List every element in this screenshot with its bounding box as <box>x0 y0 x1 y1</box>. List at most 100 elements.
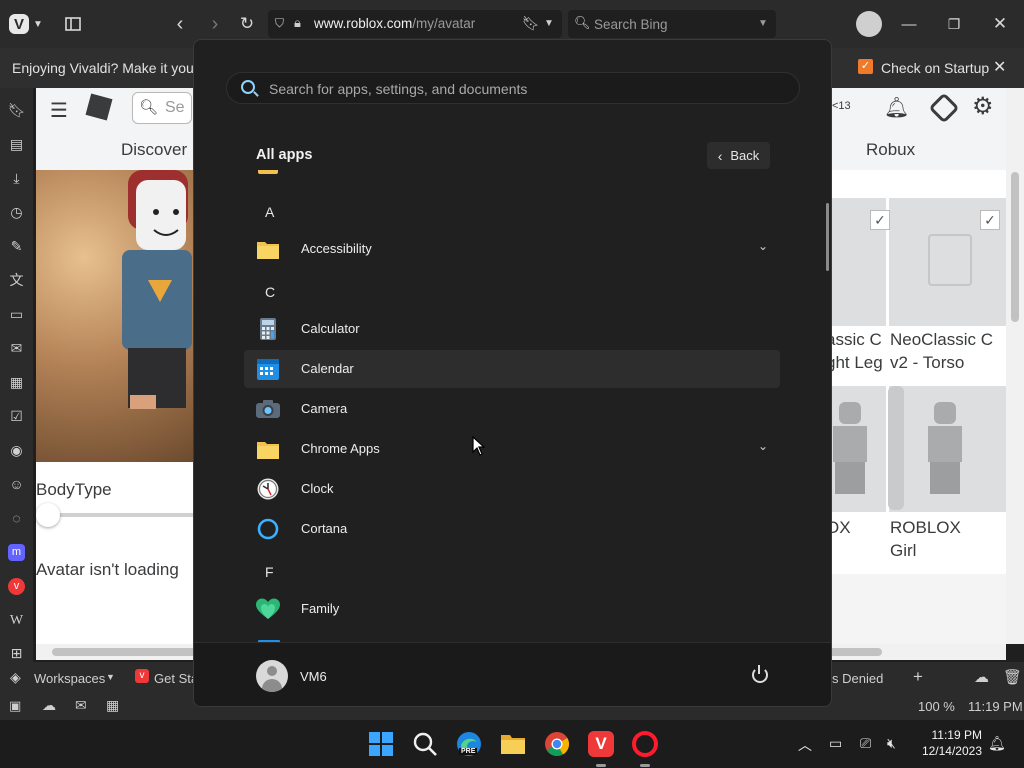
roblox-logo-icon[interactable] <box>85 93 113 121</box>
tasks-icon[interactable]: ☑ <box>8 408 25 425</box>
wikipedia-icon[interactable]: W <box>8 612 25 629</box>
bookmarks-panel-icon[interactable]: 🔖︎ <box>8 102 26 119</box>
mail-status-icon[interactable]: ✉ <box>75 697 87 714</box>
contacts-icon[interactable]: ☺ <box>8 476 25 493</box>
mail-icon[interactable]: ✉ <box>8 340 25 357</box>
app-item-chrome-apps[interactable]: Chrome Apps ⌄ <box>244 430 780 468</box>
forward-nav-icon[interactable]: › <box>207 10 223 38</box>
chevron-down-icon[interactable]: ⌄ <box>758 239 768 253</box>
tab-get-started[interactable]: Get Sta <box>154 671 198 686</box>
vivaldi-menu-chevron-icon[interactable]: ▼ <box>33 10 43 38</box>
item-checkbox[interactable]: ✓ <box>870 210 890 230</box>
body-type-label: BodyType <box>36 480 112 499</box>
notifications-bell-icon[interactable]: 🔔︎ <box>884 95 909 120</box>
address-dropdown-icon[interactable]: ▼ <box>544 18 554 29</box>
panel-toggle-icon[interactable] <box>63 10 83 38</box>
profile-avatar-icon[interactable] <box>856 11 882 37</box>
item-name[interactable]: NeoClassic Cv2 - Torso <box>890 328 993 374</box>
app-item-clock[interactable]: Clock <box>244 470 780 508</box>
app-list-scroll-thumb[interactable] <box>826 203 829 271</box>
vivaldi-panel-icon[interactable]: v <box>8 578 25 595</box>
tray-overflow-icon[interactable]: ︿ <box>798 735 812 755</box>
taskbar-time[interactable]: 11:19 PM <box>920 728 982 742</box>
calendar-panel-icon[interactable]: ▦ <box>8 374 25 391</box>
notes-icon[interactable]: ✎ <box>8 238 25 255</box>
vivaldi-taskbar-icon[interactable]: V <box>588 731 614 757</box>
workspaces-icon[interactable]: ◈ <box>10 669 21 686</box>
letter-header-c[interactable]: C <box>265 284 275 300</box>
letter-header-f[interactable]: F <box>265 564 274 580</box>
robux-icon[interactable] <box>928 92 960 124</box>
item-name[interactable]: ROBLOX Girl <box>890 516 961 562</box>
workspaces-button[interactable]: Workspaces <box>34 671 105 686</box>
network-disconnected-icon[interactable]: ▭ <box>829 735 842 752</box>
nav-discover[interactable]: Discover <box>121 140 187 160</box>
calendar-status-icon[interactable]: ▦ <box>106 697 119 714</box>
tab-access-denied[interactable]: s Denied <box>832 671 883 686</box>
mastodon-icon[interactable]: m <box>8 544 25 561</box>
windows-start-icon[interactable] <box>368 731 394 757</box>
chevron-down-icon[interactable]: ⌄ <box>758 439 768 453</box>
reload-icon[interactable]: ↻ <box>237 10 257 38</box>
start-search-input[interactable]: Search for apps, settings, and documents <box>226 72 800 104</box>
minimize-icon[interactable]: — <box>902 10 917 38</box>
feeds-icon[interactable]: ◉ <box>8 442 25 459</box>
translate-icon[interactable]: 文 <box>8 272 25 289</box>
reading-list-icon[interactable]: ▤ <box>8 136 25 153</box>
sync-status-icon[interactable]: ☁ <box>42 697 56 714</box>
display-icon[interactable]: ⎚ <box>860 735 871 752</box>
app-item-calendar[interactable]: Calendar <box>244 350 780 388</box>
zoom-level[interactable]: 100 % <box>918 699 955 714</box>
close-window-icon[interactable]: ✕ <box>993 10 1007 38</box>
downloads-icon[interactable]: ⤓ <box>8 170 25 187</box>
search-engine-icon[interactable]: 🔍︎ <box>574 15 591 31</box>
search-dropdown-icon[interactable]: ▼ <box>758 18 768 29</box>
app-item-camera[interactable]: Camera <box>244 390 780 428</box>
menu-hamburger-icon[interactable]: ☰ <box>50 98 68 123</box>
page-scroll-thumb[interactable] <box>1011 172 1019 322</box>
power-icon[interactable] <box>752 665 768 683</box>
window-panel-icon[interactable]: ▭ <box>8 306 25 323</box>
back-nav-icon[interactable]: ‹ <box>172 10 188 38</box>
taskbar-date[interactable]: 12/14/2023 <box>912 744 982 758</box>
nav-robux[interactable]: Robux <box>866 140 915 160</box>
notification-close-icon[interactable]: ✕ <box>993 57 1006 77</box>
trash-icon[interactable]: 🗑︎ <box>1003 668 1022 686</box>
app-item-family[interactable]: Family <box>244 590 780 628</box>
user-avatar-icon[interactable] <box>256 660 288 692</box>
robux-count[interactable]: <13 <box>832 100 851 112</box>
item-checkbox[interactable]: ✓ <box>980 210 1000 230</box>
history-icon[interactable]: ◷ <box>8 204 25 221</box>
volume-muted-icon[interactable]: 🔇︎ <box>887 735 896 752</box>
user-name[interactable]: VM6 <box>300 669 327 684</box>
restore-icon[interactable]: ❐ <box>947 10 961 38</box>
search-field[interactable]: 🔍︎ Search Bing ▼ <box>568 10 776 38</box>
panel-toggle-status-icon[interactable]: ▣ <box>9 698 21 714</box>
add-panel-icon[interactable]: ⊞ <box>8 645 25 662</box>
back-button[interactable]: ‹ Back <box>707 142 770 169</box>
file-explorer-icon[interactable] <box>500 731 526 757</box>
app-item-accessibility[interactable]: Accessibility ⌄ <box>244 230 780 268</box>
body-type-slider-track[interactable] <box>46 513 196 517</box>
item-name[interactable]: assic Cght Leg <box>826 328 883 374</box>
vivaldi-menu-icon[interactable]: V <box>9 14 29 34</box>
search-icon[interactable] <box>412 731 438 757</box>
letter-header-a[interactable]: A <box>265 204 274 220</box>
notification-bell-icon[interactable]: 🔔︎ <box>988 735 1006 752</box>
chat-icon[interactable]: ◌ <box>8 510 25 527</box>
app-item-cortana[interactable]: Cortana <box>244 510 780 548</box>
edge-preview-icon[interactable]: PRE <box>456 731 482 757</box>
body-type-slider-thumb[interactable] <box>36 503 60 527</box>
settings-gear-icon[interactable]: ⚙ <box>972 92 994 121</box>
sync-cloud-icon[interactable]: ☁ <box>974 668 989 686</box>
opera-icon[interactable] <box>632 731 658 757</box>
shield-icon[interactable]: ⛉ <box>275 16 284 31</box>
app-item-calculator[interactable]: Calculator <box>244 310 780 348</box>
bookmark-icon[interactable]: 🔖︎ <box>522 15 540 32</box>
roblox-search-input[interactable]: 🔍︎ Se <box>132 92 192 124</box>
check-on-startup-checkbox[interactable]: ✓ <box>858 59 873 74</box>
workspaces-dropdown-icon[interactable]: ▼ <box>106 672 115 682</box>
chrome-icon[interactable] <box>544 731 570 757</box>
address-bar[interactable]: ⛉ 🔒︎ www.roblox.com/my/avatar 🔖︎ ▼ <box>268 10 562 38</box>
new-tab-icon[interactable]: + <box>913 667 923 687</box>
